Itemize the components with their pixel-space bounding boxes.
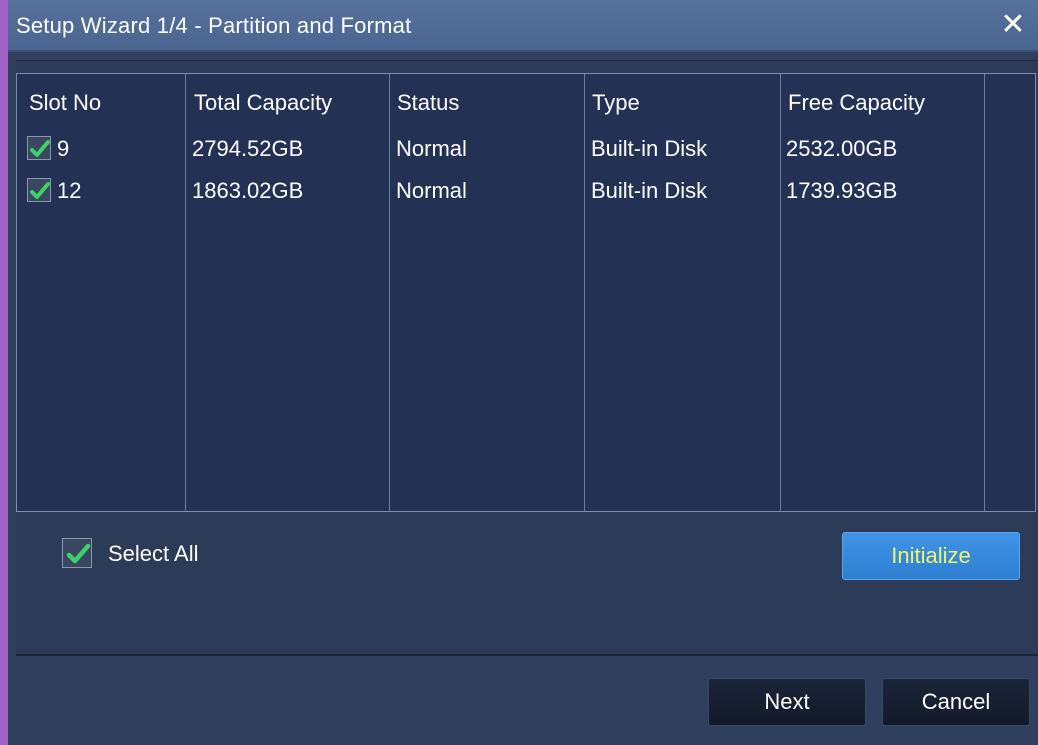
cancel-button[interactable]: Cancel (882, 678, 1030, 726)
initialize-button[interactable]: Initialize (842, 532, 1020, 580)
row-checkbox[interactable] (27, 136, 51, 160)
header-free-capacity: Free Capacity (788, 90, 925, 115)
header-type: Type (592, 90, 640, 115)
select-all-box[interactable] (62, 538, 92, 568)
slot-number: 12 (57, 178, 82, 203)
table-row[interactable]: 9 2794.52GB Normal Built-in Disk 2532.00… (17, 130, 1035, 166)
table-row[interactable]: 12 1863.02GB Normal Built-in Disk 1739.9… (17, 172, 1035, 208)
total-capacity: 1863.02GB (192, 178, 304, 203)
slot-number: 9 (57, 136, 70, 161)
status: Normal (396, 178, 467, 203)
disk-table: Slot No Total Capacity Status Type Free … (16, 73, 1036, 512)
next-button[interactable]: Next (708, 678, 866, 726)
checkmark-icon (66, 543, 91, 564)
close-icon[interactable]: ✕ (998, 8, 1028, 42)
checkmark-icon (30, 182, 50, 199)
checkmark-icon (30, 140, 50, 157)
status: Normal (396, 136, 467, 161)
total-capacity: 2794.52GB (192, 136, 304, 161)
window-title: Setup Wizard 1/4 - Partition and Format (16, 13, 412, 38)
header-total-capacity: Total Capacity (194, 90, 333, 115)
free-capacity: 1739.93GB (786, 178, 898, 203)
row-checkbox[interactable] (27, 178, 51, 202)
free-capacity: 2532.00GB (786, 136, 898, 161)
disk-type: Built-in Disk (591, 136, 708, 161)
header-slot-no: Slot No (29, 90, 102, 115)
title-bar: Setup Wizard 1/4 - Partition and Format … (8, 0, 1038, 52)
select-all-label: Select All (108, 541, 199, 566)
disk-type: Built-in Disk (591, 178, 708, 203)
header-status: Status (397, 90, 460, 115)
